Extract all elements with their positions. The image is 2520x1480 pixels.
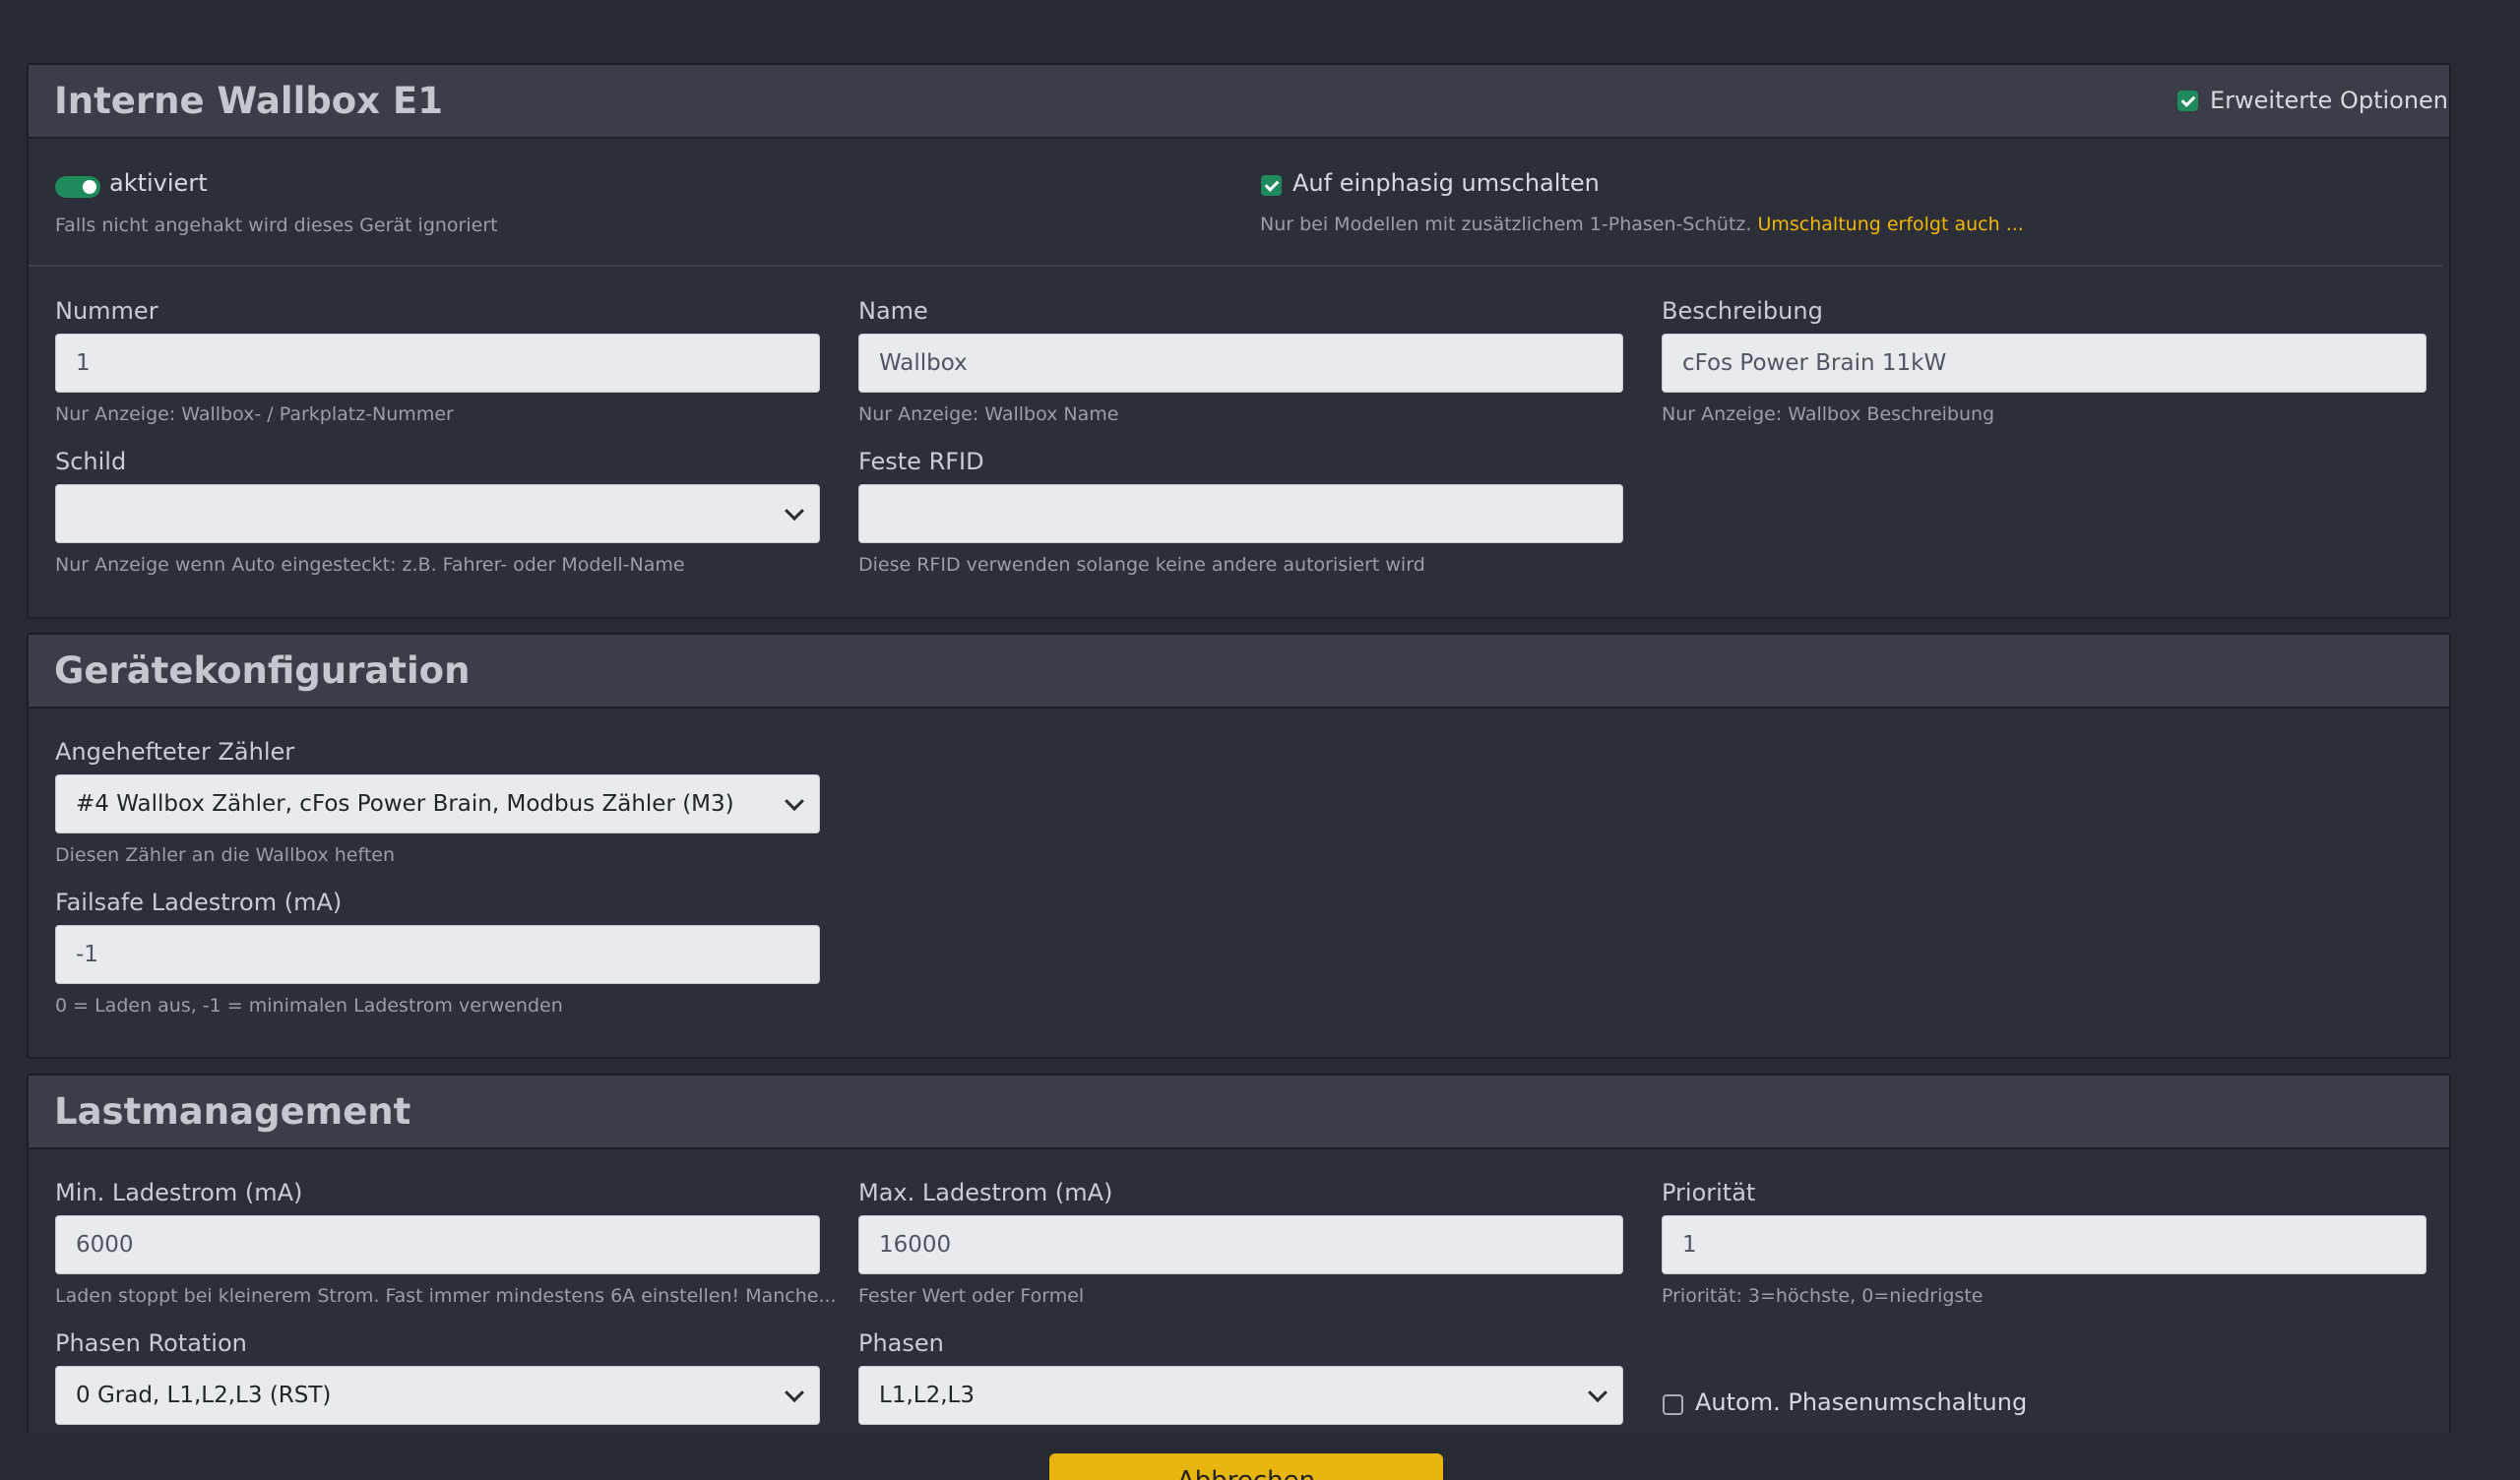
advanced-options-checkbox[interactable]: [2177, 90, 2198, 111]
number-label: Nummer: [55, 297, 158, 325]
sign-select[interactable]: [55, 484, 820, 543]
phases-select[interactable]: L1,L2,L3: [858, 1366, 1623, 1425]
rfid-input[interactable]: [858, 484, 1623, 543]
meter-hint: Diesen Zähler an die Wallbox heften: [55, 844, 396, 866]
load-card-title: Lastmanagement: [54, 1090, 411, 1133]
enabled-label: aktiviert: [109, 169, 208, 197]
device-card: Gerätekonfiguration Angehefteter Zähler …: [27, 633, 2451, 1059]
meter-select[interactable]: #4 Wallbox Zähler, cFos Power Brain, Mod…: [55, 774, 820, 833]
name-input[interactable]: Wallbox: [858, 334, 1623, 393]
max-current-hint: Fester Wert oder Formel: [858, 1285, 1085, 1307]
rfid-hint: Diese RFID verwenden solange keine ander…: [858, 554, 1425, 576]
description-hint: Nur Anzeige: Wallbox Beschreibung: [1662, 403, 1995, 425]
load-card-header: Lastmanagement: [29, 1076, 2449, 1149]
single-phase-checkbox[interactable]: [1261, 175, 1282, 196]
device-card-header: Gerätekonfiguration: [29, 635, 2449, 709]
name-label: Name: [858, 297, 928, 325]
description-input[interactable]: cFos Power Brain 11kW: [1662, 334, 2426, 393]
auto-phase-checkbox[interactable]: [1663, 1394, 1683, 1415]
min-current-input[interactable]: 6000: [55, 1215, 820, 1274]
number-input[interactable]: 1: [55, 334, 820, 393]
priority-input[interactable]: 1: [1662, 1215, 2426, 1274]
min-current-label: Min. Ladestrom (mA): [55, 1179, 303, 1206]
max-current-input[interactable]: 16000: [858, 1215, 1623, 1274]
single-phase-label: Auf einphasig umschalten: [1292, 169, 1600, 197]
number-hint: Nur Anzeige: Wallbox- / Parkplatz-Nummer: [55, 403, 454, 425]
enabled-switch[interactable]: [55, 176, 100, 198]
wallbox-card-title: Interne Wallbox E1: [54, 80, 443, 122]
chevron-down-icon: [785, 1383, 804, 1403]
section-divider: [29, 265, 2443, 267]
single-phase-hint: Nur bei Modellen mit zusätzlichem 1-Phas…: [1260, 214, 2024, 235]
single-phase-hint-link[interactable]: Umschaltung erfolgt auch ...: [1757, 214, 2023, 235]
wallbox-card: Interne Wallbox E1 Erweiterte Optionen a…: [27, 63, 2451, 619]
failsafe-input[interactable]: -1: [55, 925, 820, 984]
phase-rotation-label: Phasen Rotation: [55, 1329, 247, 1357]
rfid-label: Feste RFID: [858, 448, 984, 475]
load-card: Lastmanagement Min. Ladestrom (mA) 6000 …: [27, 1074, 2451, 1480]
priority-label: Priorität: [1662, 1179, 1756, 1206]
phase-rotation-select[interactable]: 0 Grad, L1,L2,L3 (RST): [55, 1366, 820, 1425]
name-hint: Nur Anzeige: Wallbox Name: [858, 403, 1119, 425]
device-card-title: Gerätekonfiguration: [54, 649, 471, 692]
auto-phase-label: Autom. Phasenumschaltung: [1695, 1388, 2028, 1416]
min-current-hint: Laden stoppt bei kleinerem Strom. Fast i…: [55, 1285, 837, 1307]
cancel-button[interactable]: Abbrechen: [1049, 1453, 1443, 1480]
chevron-down-icon: [785, 501, 804, 522]
description-label: Beschreibung: [1662, 297, 1823, 325]
failsafe-label: Failsafe Ladestrom (mA): [55, 889, 343, 916]
wallbox-card-header: Interne Wallbox E1 Erweiterte Optionen: [29, 65, 2449, 139]
sign-hint: Nur Anzeige wenn Auto eingesteckt: z.B. …: [55, 554, 685, 576]
chevron-down-icon: [785, 791, 804, 812]
meter-label: Angehefteter Zähler: [55, 738, 295, 766]
phases-label: Phasen: [858, 1329, 944, 1357]
chevron-down-icon: [1588, 1383, 1607, 1403]
advanced-options-toggle[interactable]: Erweiterte Optionen: [2177, 87, 2448, 116]
max-current-label: Max. Ladestrom (mA): [858, 1179, 1113, 1206]
priority-hint: Priorität: 3=höchste, 0=niedrigste: [1662, 1285, 1984, 1307]
failsafe-hint: 0 = Laden aus, -1 = minimalen Ladestrom …: [55, 995, 563, 1017]
advanced-options-label: Erweiterte Optionen: [2210, 86, 2449, 114]
enabled-hint: Falls nicht angehakt wird dieses Gerät i…: [55, 215, 498, 236]
sign-label: Schild: [55, 448, 127, 475]
